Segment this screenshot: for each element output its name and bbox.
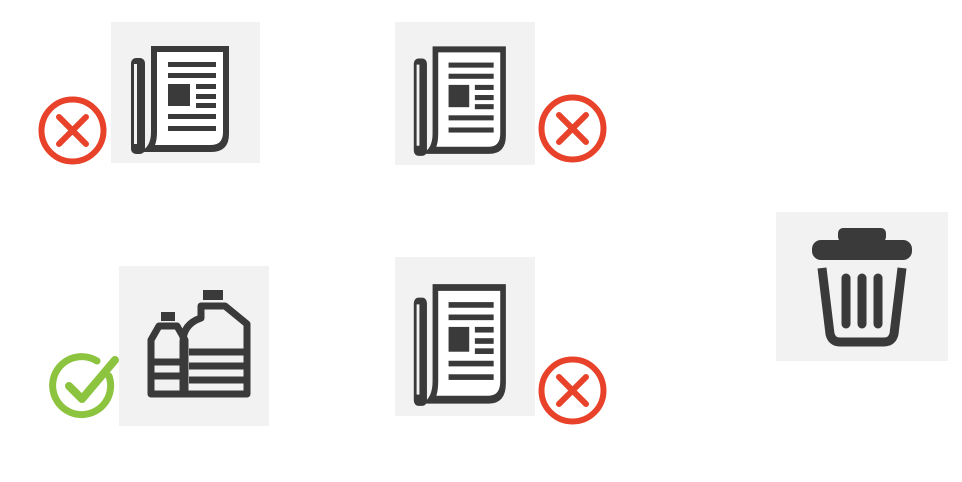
trash-can-icon [812, 228, 912, 347]
red-x-circle-icon [38, 96, 107, 165]
red-x-circle-icon [538, 356, 607, 425]
red-x-circle-icon [538, 94, 607, 163]
item-tile-bottles[interactable] [119, 266, 269, 426]
incorrect-mark-2 [537, 93, 608, 164]
green-checkmark-circle-icon [49, 353, 119, 419]
item-tile-newspaper-2[interactable] [395, 22, 535, 165]
newspaper-icon [413, 46, 506, 156]
item-tile-newspaper-1[interactable] [111, 22, 260, 163]
incorrect-mark-1 [37, 95, 108, 166]
newspaper-icon [413, 284, 506, 406]
bottles-icon [147, 290, 251, 398]
item-tile-newspaper-3[interactable] [395, 257, 535, 416]
trash-can-tile[interactable] [776, 212, 948, 361]
correct-mark [49, 350, 121, 420]
newspaper-icon [131, 46, 229, 154]
incorrect-mark-3 [537, 355, 608, 426]
